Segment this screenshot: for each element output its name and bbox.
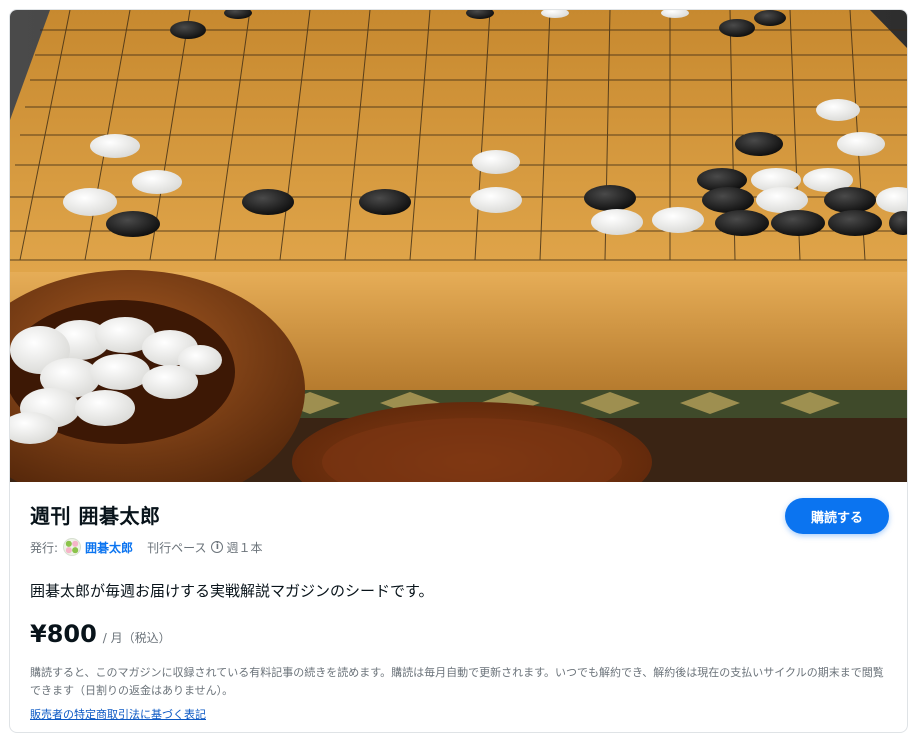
publisher-label: 発行: xyxy=(30,540,59,555)
subscribe-button[interactable]: 購読する xyxy=(785,498,889,534)
magazine-card: 週刊 囲碁太郎 購読する 発行: 囲碁太郎 刊行ペース i 週１本 囲碁太郎が毎… xyxy=(9,9,908,733)
magazine-info: 週刊 囲碁太郎 購読する 発行: 囲碁太郎 刊行ペース i 週１本 囲碁太郎が毎… xyxy=(10,482,907,732)
cover-image xyxy=(10,10,907,482)
info-icon[interactable]: i xyxy=(211,541,224,553)
legal-notice-link[interactable]: 販売者の特定商取引法に基づく表記 xyxy=(30,706,206,722)
price-unit: / 月（税込） xyxy=(102,631,171,645)
subscription-note: 購読すると、このマガジンに収録されている有料記事の続きを読めます。購読は毎月自動… xyxy=(30,666,884,697)
price: ¥800 xyxy=(30,620,97,648)
magazine-title: 週刊 囲碁太郎 xyxy=(30,504,161,528)
price-row: ¥800 / 月（税込） xyxy=(30,620,171,648)
magazine-description: 囲碁太郎が毎週お届けする実戦解説マガジンのシードです。 xyxy=(30,582,434,600)
publisher-avatar[interactable] xyxy=(63,538,82,556)
pace-label: 刊行ペース xyxy=(147,540,207,555)
pace-value: 週１本 xyxy=(226,540,263,555)
magazine-meta: 発行: 囲碁太郎 刊行ペース i 週１本 xyxy=(30,538,262,556)
publisher-link[interactable]: 囲碁太郎 xyxy=(85,539,133,556)
